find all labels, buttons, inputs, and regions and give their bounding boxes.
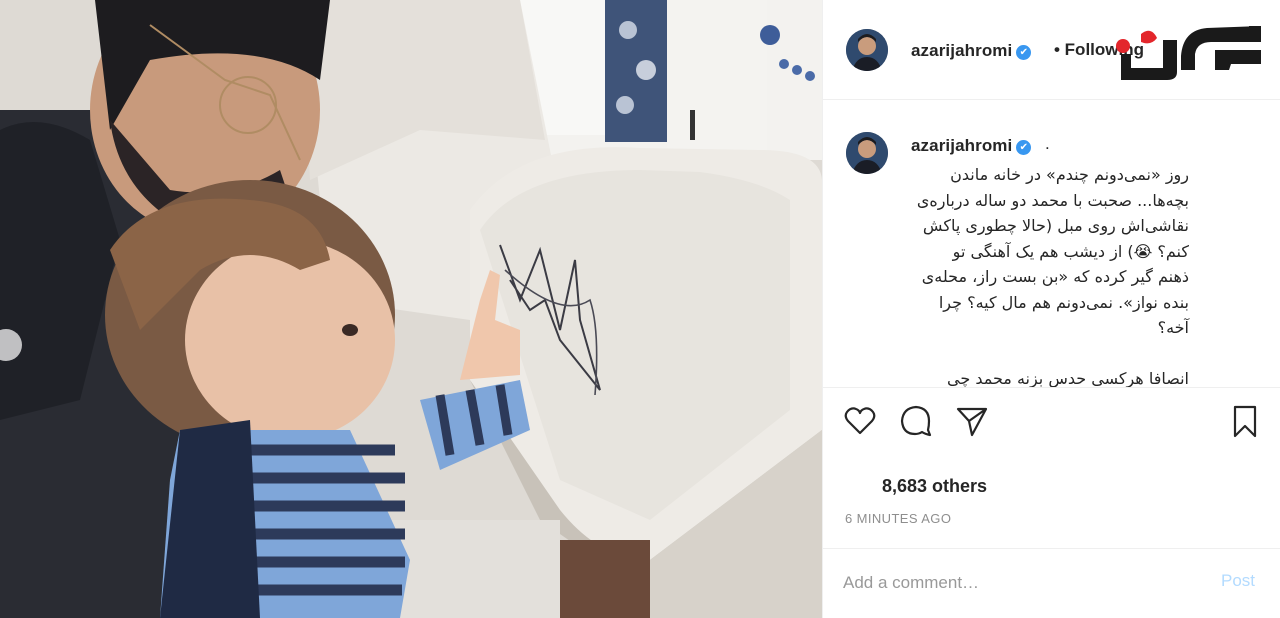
post-side-panel: azarijahromi ✔ • Following azarijahromi ✔: [822, 0, 1280, 618]
verified-badge-icon: ✔: [1016, 140, 1032, 155]
post-button[interactable]: Post: [1221, 571, 1255, 591]
avatar[interactable]: [846, 29, 888, 71]
verified-badge-icon: ✔: [1016, 45, 1032, 60]
bookmark-icon[interactable]: [1228, 404, 1262, 438]
avatar-image: [846, 132, 888, 174]
heart-icon[interactable]: [843, 404, 877, 438]
comment-input[interactable]: [843, 569, 1203, 597]
action-bar: [823, 387, 1280, 457]
comment-bar: Post: [823, 548, 1280, 618]
avatar-image: [846, 29, 888, 71]
caption-username-text: azarijahromi: [911, 136, 1013, 155]
caption-dot: .: [1045, 134, 1050, 153]
caption-username-link[interactable]: azarijahromi ✔: [911, 136, 1032, 156]
post-header: azarijahromi ✔ • Following: [823, 0, 1280, 100]
post-timestamp[interactable]: 6 MINUTES AGO: [845, 511, 951, 526]
username-text: azarijahromi: [911, 41, 1013, 60]
username-link[interactable]: azarijahromi ✔: [911, 41, 1032, 61]
rokna-logo-icon: [1116, 26, 1261, 80]
share-icon[interactable]: [955, 404, 989, 438]
caption-avatar[interactable]: [846, 132, 888, 174]
likes-count[interactable]: 8,683 others: [882, 476, 987, 497]
caption-text: روز «نمی‌دونم چندم» در خانه ماندن بچه‌ها…: [916, 165, 1189, 387]
comment-icon[interactable]: [899, 404, 933, 438]
photo-illustration: [0, 0, 822, 618]
post-photo[interactable]: [0, 0, 822, 618]
caption-area: azarijahromi ✔ . روز «نمی‌دونم چندم» در خ…: [823, 100, 1280, 387]
